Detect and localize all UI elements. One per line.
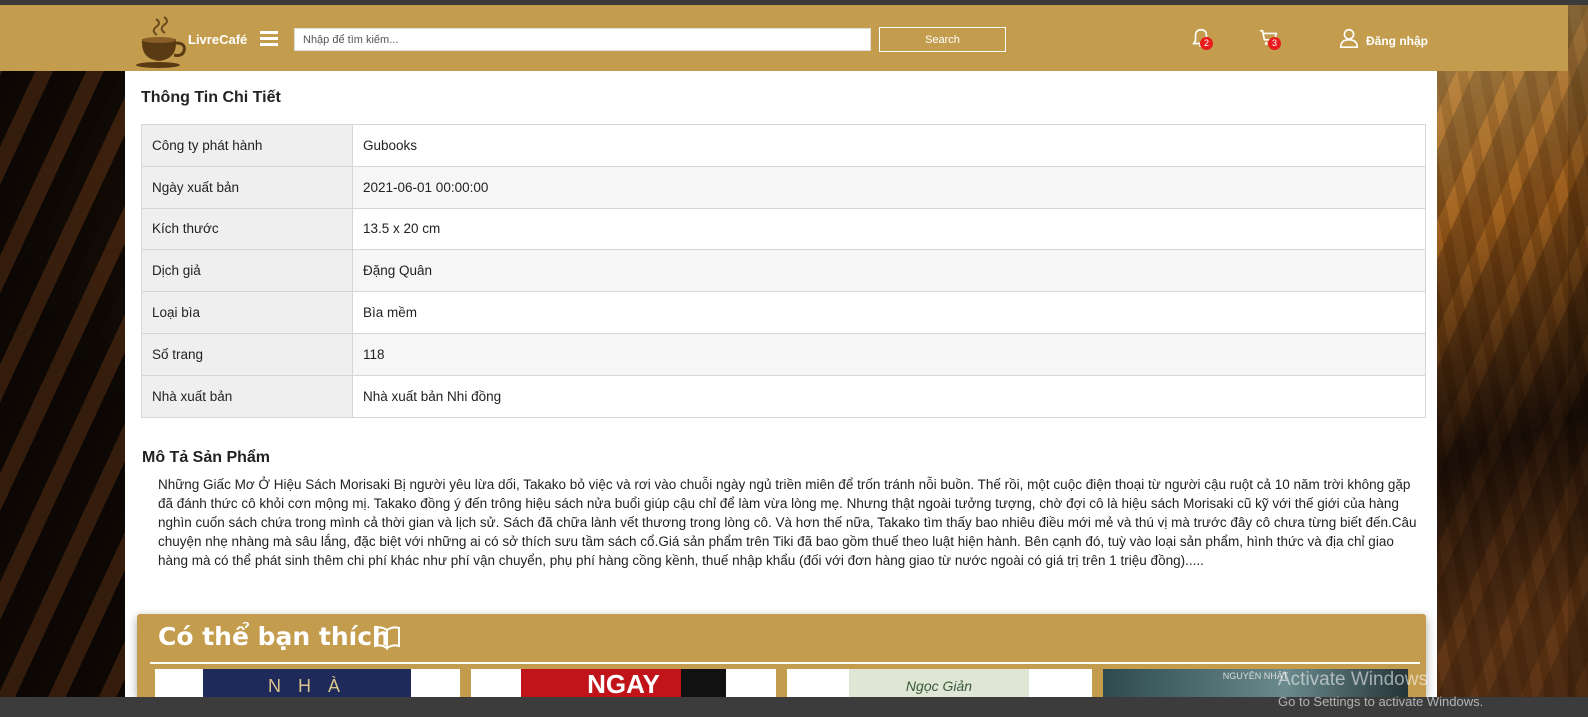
recommendations-title: Có thể bạn thích (158, 622, 390, 651)
login-link[interactable]: Đăng nhập (1338, 26, 1428, 50)
book-cover: Ngọc Giản (849, 669, 1029, 697)
row-value: Bìa mềm (352, 291, 1426, 334)
scrollbar[interactable] (1568, 5, 1588, 697)
details-table: Công ty phát hành Gubooks Ngày xuất bản … (141, 124, 1426, 418)
activate-windows-title: Activate Windows (1278, 669, 1428, 690)
description-text: Những Giấc Mơ Ở Hiệu Sách Morisaki Bị ng… (158, 477, 1417, 568)
activate-windows-subtitle: Go to Settings to activate Windows. (1278, 694, 1484, 709)
table-row: Dịch giả Đặng Quân (141, 249, 1426, 293)
cart-button[interactable]: 3 (1258, 27, 1282, 51)
cart-badge: 3 (1268, 37, 1281, 50)
recommendations-section: Có thể bạn thích N H À NGAY Ngọc Giản NG… (137, 614, 1426, 697)
table-row: Loại bìa Bìa mềm (141, 291, 1426, 334)
book-card[interactable]: Ngọc Giản (787, 669, 1092, 697)
menu-icon[interactable] (260, 31, 278, 47)
row-value: Đặng Quân (352, 249, 1426, 293)
table-row: Nhà xuất bản Nhà xuất bản Nhi đồng (141, 374, 1426, 418)
details-title: Thông Tin Chi Tiết (141, 89, 281, 106)
notification-button[interactable]: 2 (1190, 27, 1214, 51)
brand-name[interactable]: LivreCafé (188, 32, 247, 47)
notification-badge: 2 (1200, 37, 1213, 50)
book-cover: NGAY (521, 669, 726, 697)
row-value: 13.5 x 20 cm (352, 207, 1426, 251)
row-label: Số trang (141, 332, 353, 376)
table-row: Kích thước 13.5 x 20 cm (141, 207, 1426, 251)
row-value: Nhà xuất bản Nhi đồng (352, 374, 1426, 418)
table-row: Công ty phát hành Gubooks (141, 124, 1426, 167)
divider (150, 662, 1420, 664)
top-navbar: LivreCafé Search 2 3 Đăng nhập (0, 5, 1568, 71)
user-icon (1339, 28, 1359, 48)
row-label: Ngày xuất bản (141, 165, 353, 209)
search-button[interactable]: Search (879, 27, 1006, 52)
row-label: Loại bìa (141, 291, 353, 334)
background-photo-right (1437, 5, 1588, 717)
open-book-icon (374, 626, 400, 650)
coffee-cup-logo[interactable] (134, 13, 190, 69)
product-panel: Thông Tin Chi Tiết Công ty phát hành Gub… (125, 71, 1437, 697)
row-value: 118 (352, 332, 1426, 376)
row-label: Công ty phát hành (141, 124, 353, 167)
book-card[interactable]: NGAY (471, 669, 776, 697)
description-title: Mô Tả Sản Phẩm (142, 449, 271, 466)
table-row: Số trang 118 (141, 332, 1426, 376)
row-label: Kích thước (141, 207, 353, 251)
login-label: Đăng nhập (1366, 34, 1428, 48)
row-label: Dịch giả (141, 249, 353, 293)
row-value: 2021-06-01 00:00:00 (352, 165, 1426, 209)
book-card[interactable]: N H À (155, 669, 460, 697)
search-input[interactable] (294, 28, 871, 51)
row-value: Gubooks (352, 124, 1426, 167)
book-carousel: N H À NGAY Ngọc Giản NGUYÊN NHẬT (155, 669, 1425, 697)
table-row: Ngày xuất bản 2021-06-01 00:00:00 (141, 165, 1426, 209)
book-cover: N H À (203, 669, 411, 697)
row-label: Nhà xuất bản (141, 374, 353, 418)
